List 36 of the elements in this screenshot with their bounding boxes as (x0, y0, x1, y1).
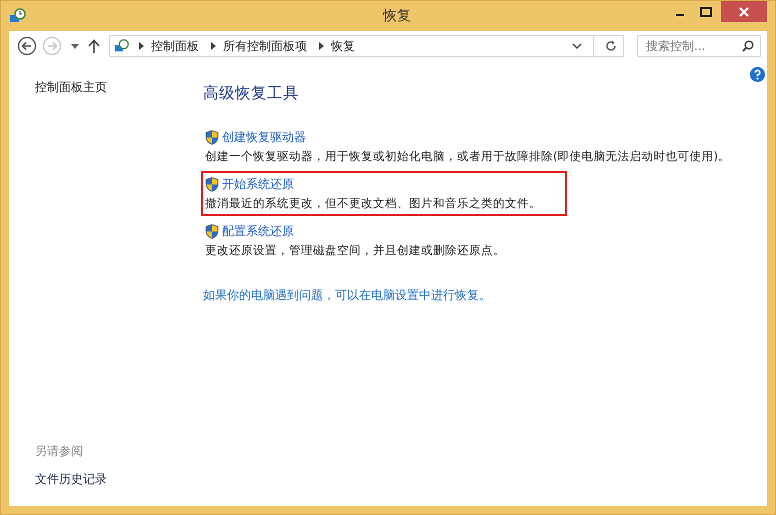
search-field[interactable]: 搜索控制... (637, 35, 761, 57)
close-button[interactable] (721, 1, 767, 22)
task-description: 更改还原设置，管理磁盘空间，并且创建或删除还原点。 (205, 243, 505, 258)
breadcrumb-item[interactable]: 恢复 (331, 38, 355, 54)
sidebar-link[interactable]: 控制面板主页 (35, 79, 203, 96)
control-panel-icon (9, 7, 27, 25)
breadcrumb-item[interactable]: 控制面板 (151, 38, 199, 54)
chevron-icon (139, 42, 144, 50)
up-arrow-icon[interactable] (88, 39, 100, 53)
maximize-icon (700, 6, 712, 16)
back-button[interactable] (17, 36, 37, 56)
search-icon (742, 40, 754, 52)
task-link[interactable]: 配置系统还原 (222, 223, 294, 240)
shield-icon (205, 224, 219, 239)
recovery-settings-link[interactable]: 如果你的电脑遇到问题，可以在电脑设置中进行恢复。 (203, 287, 491, 304)
task-link[interactable]: 开始系统还原 (222, 176, 294, 193)
window-title: 恢复 (383, 7, 411, 25)
dropdown-caret-icon[interactable] (71, 44, 79, 48)
refresh-icon[interactable] (605, 40, 617, 52)
chevron-icon (319, 42, 324, 50)
task-description: 撤消最近的系统更改，但不更改文档、图片和音乐之类的文件。 (205, 196, 541, 211)
section-heading: 高级恢复工具 (203, 83, 299, 104)
dropdown-caret-icon[interactable] (572, 43, 582, 49)
task-description: 创建一个恢复驱动器，用于恢复或初始化电脑，或者用于故障排除(即使电脑无法启动时也可使用)。 (205, 149, 730, 164)
chevron-icon (211, 42, 216, 50)
help-icon[interactable] (750, 67, 765, 82)
shield-icon (205, 130, 219, 145)
task-link[interactable]: 创建恢复驱动器 (222, 129, 306, 146)
address-bar[interactable]: 控制面板 所有控制面板项 恢复 (109, 35, 624, 57)
shield-icon (205, 177, 219, 192)
control-panel-icon (114, 38, 130, 54)
see-also-heading: 另请参阅 (35, 443, 84, 460)
see-also-link[interactable]: 文件历史记录 (35, 471, 203, 488)
minimize-icon (676, 14, 684, 16)
breadcrumb-item[interactable]: 所有控制面板项 (223, 38, 307, 54)
close-icon (738, 6, 750, 18)
